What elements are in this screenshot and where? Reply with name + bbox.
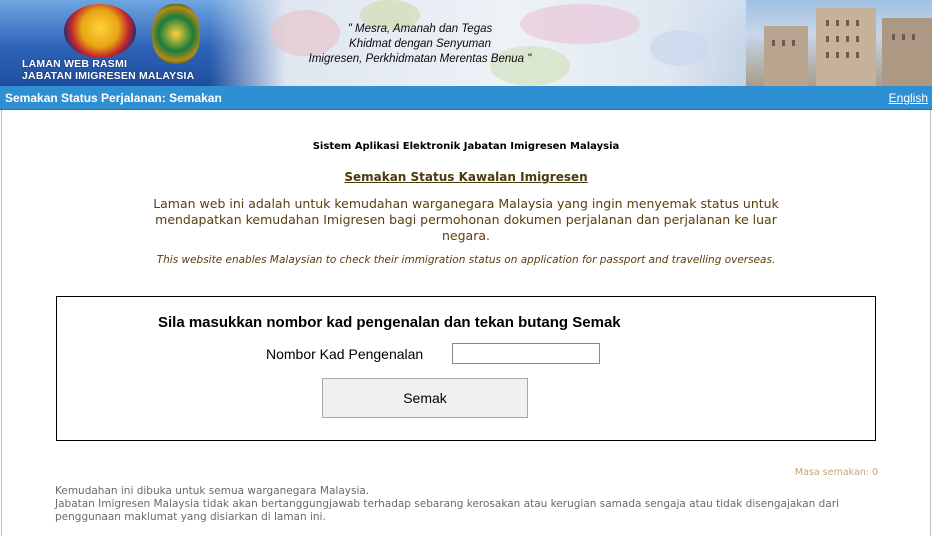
page-title: Semakan Status Kawalan Imigresen [344, 170, 588, 184]
page-heading-wrap: Semakan Status Kawalan Imigresen [0, 166, 932, 185]
ic-number-input[interactable] [452, 343, 600, 364]
site-title: LAMAN WEB RASMI JABATAN IMIGRESEN MALAYS… [22, 58, 194, 82]
motto-line2: Khidmat dengan Senyuman [349, 38, 491, 50]
site-banner: LAMAN WEB RASMI JABATAN IMIGRESEN MALAYS… [0, 0, 932, 86]
building-photo [746, 0, 932, 86]
description-malay: Laman web ini adalah untuk kemudahan war… [153, 196, 779, 243]
motto: " Mesra, Amanah dan Tegas Khidmat dengan… [290, 22, 550, 67]
ic-number-label: Nombor Kad Pengenalan [266, 346, 424, 362]
navigation-bar: Semakan Status Perjalanan: Semakan Engli… [0, 86, 932, 110]
motto-line1: " Mesra, Amanah dan Tegas [347, 23, 493, 35]
form-instruction: Sila masukkan nombor kad pengenalan dan … [158, 314, 621, 331]
footer-line-2: Jabatan Imigresen Malaysia tidak akan be… [55, 498, 839, 523]
system-title: Sistem Aplikasi Elektronik Jabatan Imigr… [312, 141, 620, 152]
malaysia-coat-of-arms-logo [64, 4, 136, 58]
footer-line-1: Kemudahan ini dibuka untuk semua wargane… [55, 485, 370, 497]
description-english: This website enables Malaysian to check … [156, 254, 776, 266]
immigration-department-emblem-logo [152, 4, 200, 64]
footer-disclaimer: Kemudahan ini dibuka untuk semua wargane… [55, 485, 855, 524]
check-timer: Masa semakan: 0 [794, 467, 878, 478]
semak-submit-button[interactable]: Semak [322, 378, 528, 418]
site-title-line1: LAMAN WEB RASMI [22, 58, 128, 70]
site-title-line2: JABATAN IMIGRESEN MALAYSIA [22, 70, 195, 82]
motto-line3: Imigresen, Perkhidmatan Merentas Benua " [308, 53, 532, 65]
page-breadcrumb: Semakan Status Perjalanan: Semakan [5, 91, 222, 105]
english-language-link[interactable]: English [889, 91, 928, 105]
